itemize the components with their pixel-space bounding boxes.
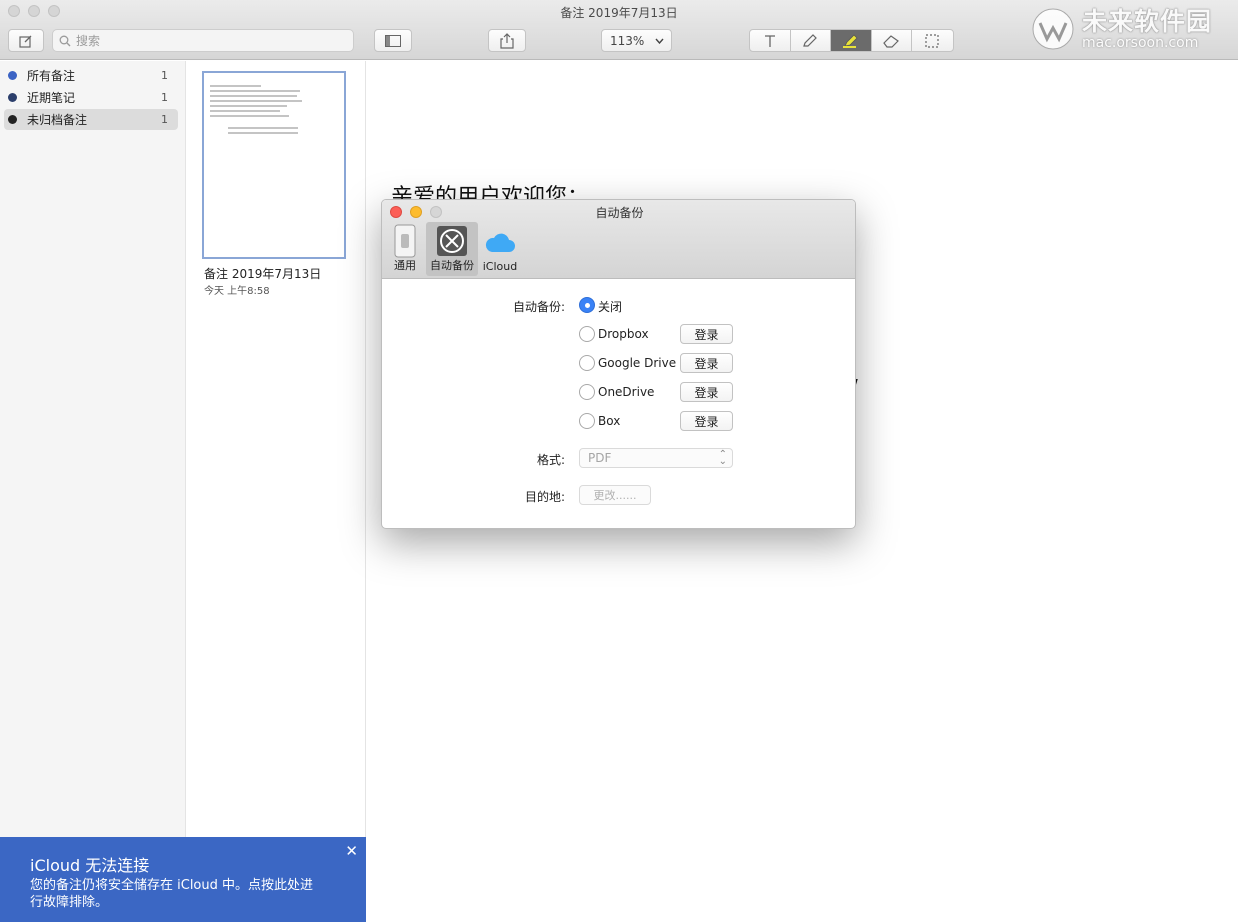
folder-dot-icon: [8, 115, 17, 124]
banner-message: 您的备注仍将安全储存在 iCloud 中。点按此处进行故障排除。: [30, 878, 314, 910]
highlighter-icon: [842, 33, 858, 48]
folder-count: 1: [161, 91, 168, 104]
dropbox-login-button[interactable]: 登录: [680, 324, 733, 344]
banner-title: iCloud 无法连接: [30, 856, 150, 875]
share-button[interactable]: [488, 29, 526, 52]
option-label: 关闭: [598, 300, 623, 314]
eraser-icon: [883, 34, 900, 48]
sidebar-item-all-notes[interactable]: 所有备注 1: [4, 65, 178, 86]
option-label: Box: [598, 414, 621, 428]
new-note-button[interactable]: [8, 29, 44, 52]
note-thumbnail[interactable]: [202, 71, 346, 259]
tab-auto-backup[interactable]: 自动备份: [426, 222, 478, 276]
cloud-icon: [485, 233, 515, 252]
radio-google-drive[interactable]: [579, 355, 595, 371]
title-toolbar: 备注 2019年7月13日 搜索 113% 未来软件园 mac.orsoon.c…: [0, 0, 1238, 60]
folder-dot-icon: [8, 71, 17, 80]
format-label: 格式:: [536, 453, 565, 467]
markup-tools: [749, 29, 954, 52]
backup-icon: [437, 226, 467, 256]
onedrive-login-button[interactable]: 登录: [680, 382, 733, 402]
search-field[interactable]: 搜索: [52, 29, 354, 52]
pen-tool-button[interactable]: [791, 30, 831, 51]
compose-icon: [19, 35, 32, 48]
format-value: PDF: [588, 451, 612, 465]
auto-backup-dialog: 自动备份 通用 自动备份 iCloud 自动备份: 关闭 Dropbox 登录 …: [381, 199, 856, 529]
note-title[interactable]: 备注 2019年7月13日: [204, 265, 321, 282]
folder-count: 1: [161, 113, 168, 126]
note-list: 备注 2019年7月13日 今天 上午8:58: [187, 61, 366, 837]
switch-icon: [394, 224, 416, 258]
eraser-tool-button[interactable]: [872, 30, 912, 51]
folder-sidebar: 所有备注 1 近期笔记 1 未归档备注 1 +⌄: [0, 61, 186, 922]
radio-off[interactable]: [579, 297, 595, 313]
sidebar-item-unfiled-notes[interactable]: 未归档备注 1: [4, 109, 178, 130]
tab-label: 自动备份: [430, 259, 474, 272]
note-date: 今天 上午8:58: [204, 286, 270, 297]
dialog-header: 自动备份 通用 自动备份 iCloud: [382, 200, 855, 279]
box-login-button[interactable]: 登录: [680, 411, 733, 431]
folder-dot-icon: [8, 93, 17, 102]
watermark: 未来软件园 mac.orsoon.com: [1030, 4, 1235, 54]
selection-tool-button[interactable]: [912, 30, 953, 51]
tab-general[interactable]: 通用: [390, 222, 420, 276]
watermark-logo-icon: [1032, 8, 1074, 50]
close-icon[interactable]: ✕: [345, 842, 358, 860]
zoom-value: 113%: [610, 33, 645, 48]
sidebar-toggle-button[interactable]: [374, 29, 412, 52]
option-label: Dropbox: [598, 327, 649, 341]
selection-icon: [925, 33, 939, 48]
zoom-select[interactable]: 113%: [601, 29, 672, 52]
folder-label: 近期笔记: [27, 91, 76, 105]
radio-dropbox[interactable]: [579, 326, 595, 342]
share-icon: [500, 32, 514, 49]
change-destination-button[interactable]: 更改......: [579, 485, 651, 505]
tab-label: 通用: [394, 259, 416, 272]
chevron-down-icon: [655, 38, 664, 44]
updown-chevron-icon: ⌃ ⌄: [718, 449, 727, 467]
google-drive-login-button[interactable]: 登录: [680, 353, 733, 373]
tab-icloud[interactable]: iCloud: [482, 222, 518, 276]
icloud-error-banner[interactable]: iCloud 无法连接 您的备注仍将安全储存在 iCloud 中。点按此处进行故…: [0, 837, 366, 922]
sidebar-item-recent-notes[interactable]: 近期笔记 1: [4, 87, 178, 108]
pen-icon: [803, 33, 818, 47]
dialog-title: 自动备份: [595, 206, 644, 220]
highlighter-tool-button[interactable]: [831, 30, 872, 51]
destination-label: 目的地:: [524, 490, 565, 504]
format-select[interactable]: PDF ⌃ ⌄: [579, 448, 733, 468]
folder-label: 所有备注: [27, 69, 76, 83]
search-placeholder: 搜索: [76, 34, 101, 48]
folder-count: 1: [161, 69, 168, 82]
option-label: Google Drive: [598, 356, 677, 370]
watermark-en: mac.orsoon.com: [1082, 34, 1199, 51]
radio-box[interactable]: [579, 413, 595, 429]
radio-onedrive[interactable]: [579, 384, 595, 400]
auto-backup-label: 自动备份:: [512, 300, 565, 314]
tab-label: iCloud: [482, 260, 518, 273]
text-icon: [764, 34, 775, 47]
option-label: OneDrive: [598, 385, 655, 399]
folder-label: 未归档备注: [27, 113, 88, 127]
sidebar-icon: [385, 34, 401, 47]
text-tool-button[interactable]: [750, 30, 791, 51]
watermark-cn: 未来软件园: [1082, 6, 1213, 36]
search-icon: [59, 35, 71, 46]
